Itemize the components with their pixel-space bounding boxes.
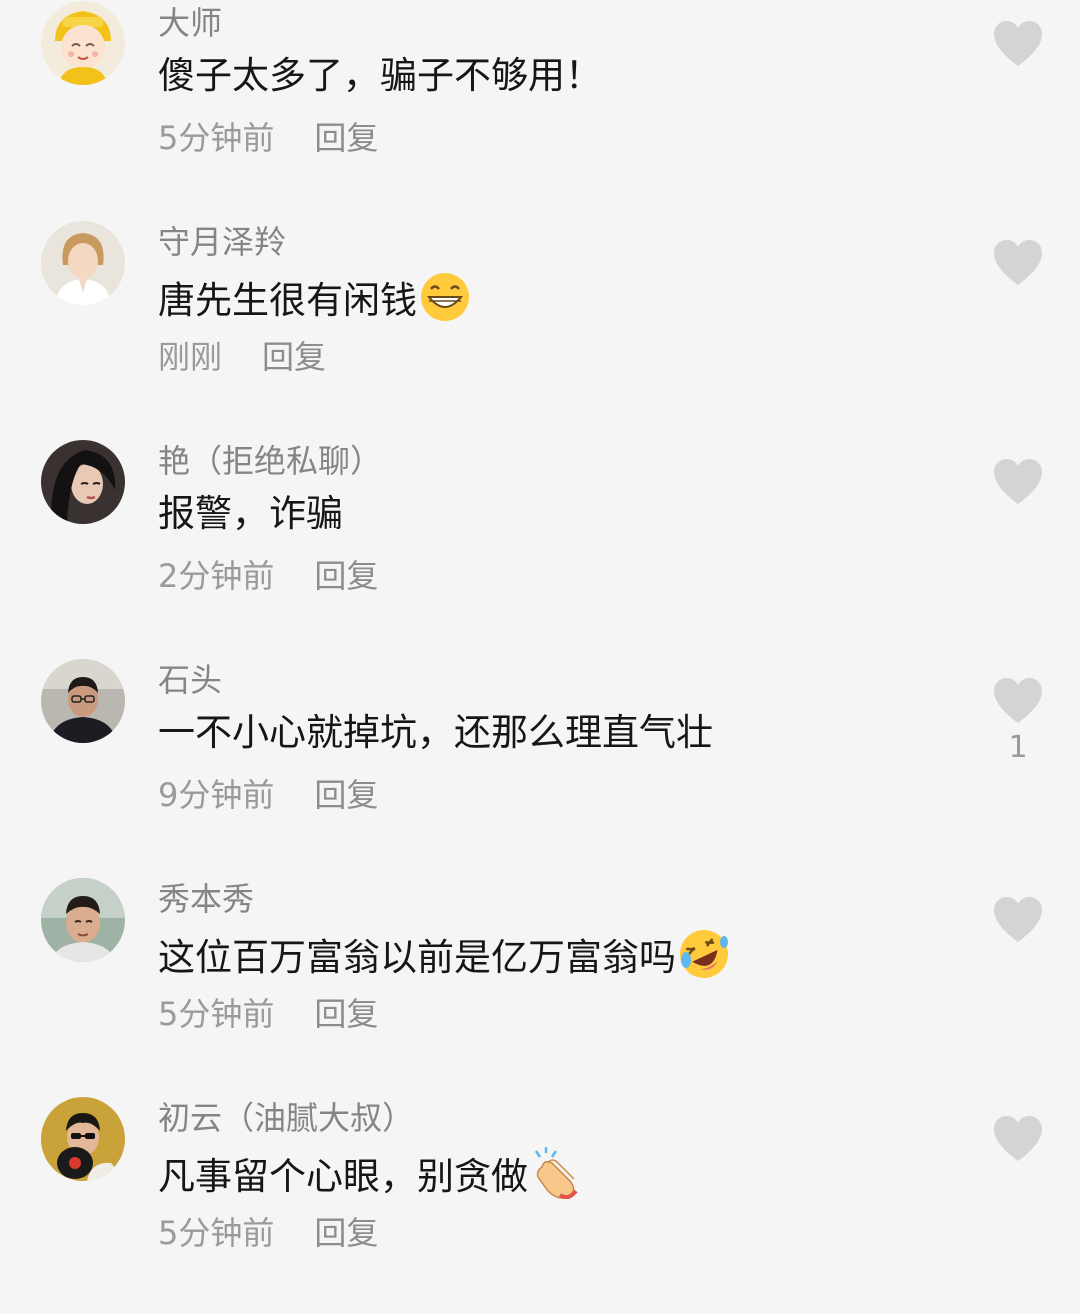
heart-icon: [994, 21, 1042, 66]
comment-time: 5分钟前: [158, 995, 275, 1033]
heart-icon: [994, 1116, 1042, 1161]
comment-text: 报警，诈骗: [158, 492, 343, 535]
avatar[interactable]: [41, 878, 125, 962]
avatar[interactable]: [41, 1097, 125, 1181]
like-count: 1: [1008, 730, 1028, 765]
like-button[interactable]: [992, 1115, 1044, 1163]
comment-username[interactable]: 艳（拒绝私聊）: [158, 441, 382, 481]
comment-meta: 2分钟前 回复: [158, 556, 378, 596]
like-button[interactable]: [992, 239, 1044, 287]
avatar[interactable]: [41, 440, 125, 524]
comment-time: 刚刚: [158, 338, 223, 376]
avatar[interactable]: [41, 221, 125, 305]
comment-text: 傻子太多了，骗子不够用！: [158, 54, 602, 97]
comment-username[interactable]: 秀本秀: [158, 879, 254, 919]
comment-text-content: 这位百万富翁以前是亿万富翁吗: [158, 936, 676, 979]
heart-icon: [994, 897, 1042, 942]
reply-button[interactable]: 回复: [314, 557, 378, 595]
heart-icon: [994, 678, 1042, 723]
comment-time: 9分钟前: [158, 776, 275, 814]
comment-item: 大师 傻子太多了，骗子不够用！ 5分钟前 回复: [0, 0, 1080, 219]
like-button[interactable]: [992, 458, 1044, 506]
reply-button[interactable]: 回复: [314, 119, 378, 157]
comment-item: 艳（拒绝私聊） 报警，诈骗 2分钟前 回复: [0, 438, 1080, 657]
reply-button[interactable]: 回复: [314, 995, 378, 1033]
comment-meta: 5分钟前 回复: [158, 994, 378, 1034]
comment-username[interactable]: 守月泽羚: [158, 222, 286, 262]
comment-meta: 5分钟前 回复: [158, 1213, 378, 1253]
comment-time: 2分钟前: [158, 557, 275, 595]
comment-meta: 5分钟前 回复: [158, 118, 378, 158]
comment-time: 5分钟前: [158, 119, 275, 157]
comment-text: 凡事留个心眼，别贪做: [158, 1147, 582, 1201]
comment-time: 5分钟前: [158, 1214, 275, 1252]
like-button[interactable]: [992, 20, 1044, 68]
comment-meta: 刚刚 回复: [158, 337, 326, 377]
reply-button[interactable]: 回复: [314, 776, 378, 814]
reply-button[interactable]: 回复: [262, 338, 326, 376]
heart-icon: [994, 459, 1042, 504]
comment-text: 唐先生很有闲钱: [158, 271, 471, 325]
comment-item: 守月泽羚 唐先生很有闲钱 刚刚 回复: [0, 219, 1080, 438]
comment-username[interactable]: 大师: [158, 3, 222, 43]
comment-username[interactable]: 石头: [158, 660, 222, 700]
clap-emoji-icon: [534, 1147, 578, 1199]
grin-emoji-icon: [421, 273, 469, 321]
comment-text: 一不小心就掉坑，还那么理直气壮: [158, 711, 713, 754]
comment-meta: 9分钟前 回复: [158, 775, 378, 815]
comment-item: 初云（油腻大叔） 凡事留个心眼，别贪做 5分钟前 回复: [0, 1095, 1080, 1314]
comment-text-content: 凡事留个心眼，别贪做: [158, 1155, 528, 1198]
comment-item: 石头 一不小心就掉坑，还那么理直气壮 9分钟前 回复 1: [0, 657, 1080, 876]
comment-text-content: 唐先生很有闲钱: [158, 279, 417, 322]
comment-text: 这位百万富翁以前是亿万富翁吗: [158, 928, 730, 982]
like-button[interactable]: [992, 896, 1044, 944]
reply-button[interactable]: 回复: [314, 1214, 378, 1252]
like-button[interactable]: [992, 677, 1044, 725]
avatar[interactable]: [41, 1, 125, 85]
heart-icon: [994, 240, 1042, 285]
comment-item: 秀本秀 这位百万富翁以前是亿万富翁吗 5分钟前 回复: [0, 876, 1080, 1095]
rofl-emoji-icon: [680, 930, 728, 978]
comment-username[interactable]: 初云（油腻大叔）: [158, 1098, 414, 1138]
avatar[interactable]: [41, 659, 125, 743]
